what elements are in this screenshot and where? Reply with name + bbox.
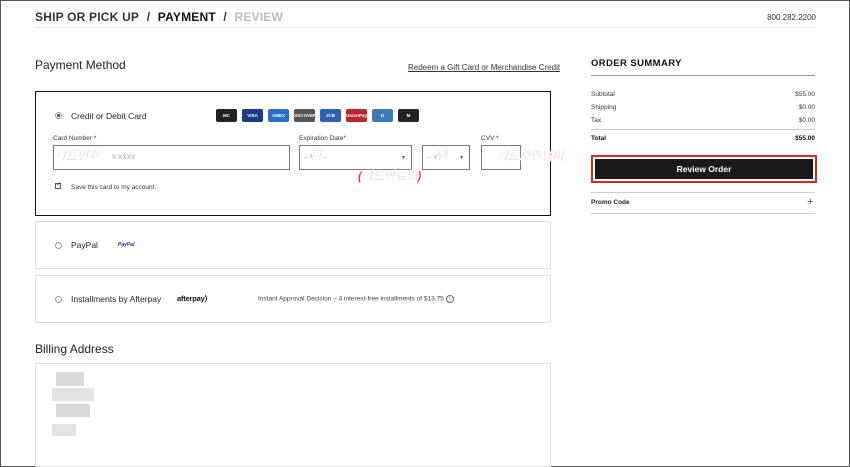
- redacted-text: [56, 404, 90, 417]
- chevron-down-icon: ▼: [401, 155, 406, 161]
- visa-icon: VISA: [242, 109, 263, 122]
- breadcrumb: SHIP OR PICK UP / PAYMENT / REVIEW: [35, 10, 283, 24]
- breadcrumb-review: REVIEW: [234, 10, 284, 24]
- afterpay-note-text: Instant Approval Decision – 4 interest-f…: [258, 295, 444, 303]
- jcb-icon: JCB: [320, 109, 341, 122]
- gift-card-link[interactable]: Redeem a Gift Card or Merchandise Credit: [408, 63, 560, 72]
- total-value: $55.00: [795, 135, 815, 142]
- total-label: Total: [591, 135, 607, 142]
- summary-divider: [591, 213, 815, 214]
- card-logos: MC VISA AMEX DISCOVER JCB UnionPay D M: [216, 109, 419, 122]
- credit-card-label: Credit or Debit Card: [71, 111, 147, 121]
- unionpay-icon: UnionPay: [346, 109, 367, 122]
- annotation-month: 월: [310, 149, 322, 163]
- afterpay-logo: afterpay⟩: [177, 294, 208, 303]
- info-icon[interactable]: i: [445, 295, 454, 303]
- summary-value: $0.00: [798, 117, 815, 124]
- breadcrumb-separator: /: [223, 10, 227, 24]
- redacted-text: [52, 424, 76, 436]
- card-number-placeholder: X XXXX: [112, 154, 136, 161]
- summary-row-subtotal: Subtotal $55.00: [591, 91, 815, 98]
- paypal-radio[interactable]: [55, 242, 62, 249]
- summary-divider: [591, 129, 815, 130]
- breadcrumb-ship[interactable]: SHIP OR PICK UP: [35, 10, 139, 24]
- summary-row-shipping: Shipping $0.00: [591, 104, 815, 111]
- summary-row-total: Total $55.00: [591, 135, 815, 142]
- paypal-logo: PayPal: [118, 242, 135, 248]
- chevron-down-icon: ▼: [459, 155, 464, 161]
- mastercard-icon: MC: [216, 109, 237, 122]
- amex-icon: AMEX: [268, 109, 289, 122]
- header-divider: [35, 27, 816, 28]
- paypal-label: PayPal: [71, 240, 98, 250]
- billing-address-title: Billing Address: [35, 342, 114, 356]
- promo-code-toggle[interactable]: Promo Code: [591, 199, 630, 206]
- review-order-button[interactable]: Review Order: [595, 159, 813, 179]
- expiration-label: Expiration Date*: [299, 135, 346, 142]
- afterpay-label: Installments by Afterpay: [71, 294, 162, 304]
- annotation-card-number: 카드번호: [55, 149, 100, 163]
- breadcrumb-separator: /: [146, 10, 151, 24]
- summary-value: $55.00: [795, 91, 815, 98]
- annotation-cvv: 카드보안넘버: [497, 149, 564, 163]
- billing-address-box: [35, 363, 551, 467]
- breadcrumb-payment: PAYMENT: [157, 10, 216, 24]
- summary-divider: [591, 192, 815, 193]
- review-order-highlight: Review Order: [591, 155, 817, 183]
- save-card-checkbox[interactable]: [55, 181, 61, 189]
- paypal-option[interactable]: PayPal PayPal: [35, 221, 551, 269]
- redacted-text: [56, 372, 84, 386]
- afterpay-radio[interactable]: [55, 296, 62, 303]
- card-number-label: Card Number *: [53, 135, 97, 142]
- annotation-expiry: (카드만료일): [358, 169, 422, 183]
- summary-label: Subtotal: [591, 91, 615, 98]
- maestro-icon: M: [398, 109, 419, 122]
- order-summary-title: ORDER SUMMARY: [591, 58, 682, 69]
- afterpay-option[interactable]: Installments by Afterpay afterpay⟩ Insta…: [35, 275, 551, 323]
- redacted-text: [52, 388, 94, 401]
- phone-number[interactable]: 800.282.2200: [767, 13, 816, 22]
- save-card-label: Save this card to my account.: [71, 184, 157, 191]
- credit-card-radio[interactable]: [55, 112, 62, 119]
- annotation-year: 년: [436, 149, 448, 163]
- payment-method-title: Payment Method: [35, 58, 126, 72]
- diners-icon: D: [372, 109, 393, 122]
- summary-value: $0.00: [798, 104, 815, 111]
- discover-icon: DISCOVER: [293, 109, 316, 122]
- cvv-label: CVV *: [481, 135, 499, 142]
- afterpay-note: Instant Approval Decision – 4 interest-f…: [258, 295, 454, 303]
- summary-label: Shipping: [591, 104, 617, 111]
- summary-divider: [591, 75, 815, 76]
- plus-icon[interactable]: +: [807, 196, 813, 208]
- summary-row-tax: Tax $0.00: [591, 117, 815, 124]
- credit-card-option: Credit or Debit Card MC VISA AMEX DISCOVER J…: [35, 91, 551, 216]
- summary-label: Tax: [591, 117, 602, 124]
